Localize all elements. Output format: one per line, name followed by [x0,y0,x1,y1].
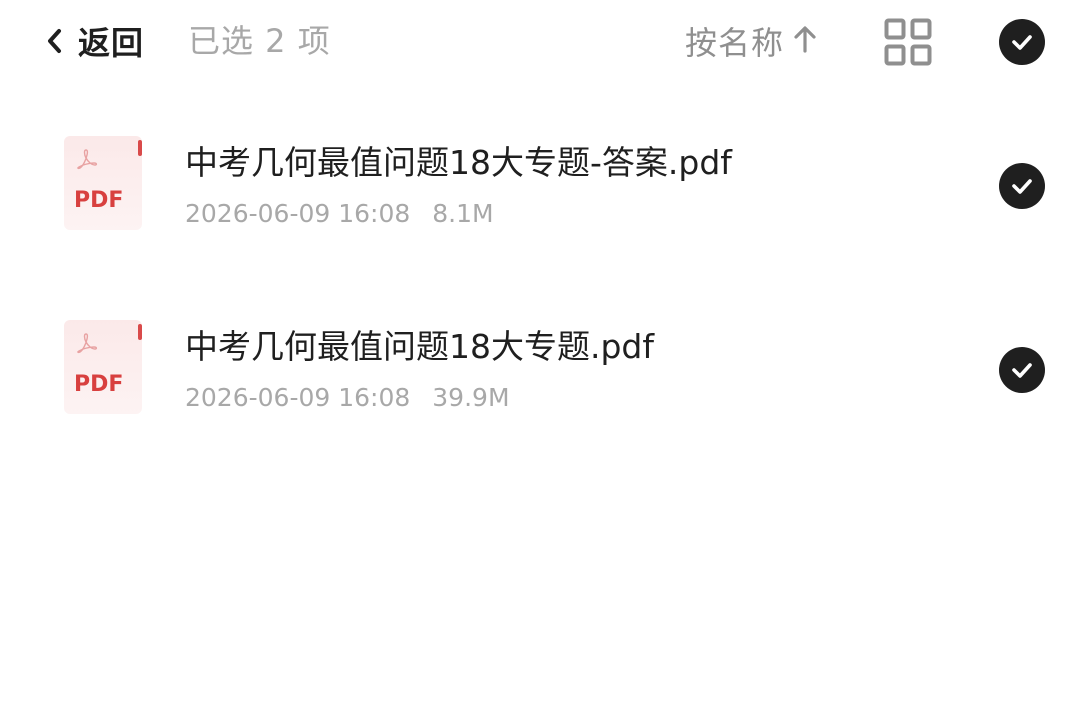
arrow-up-icon [792,24,818,58]
sort-label: 按名称 [684,24,784,62]
file-size: 8.1M [432,199,494,228]
row-check-icon[interactable] [999,163,1045,209]
file-icon-corner [138,140,142,156]
acrobat-icon [76,332,98,358]
selection-count: 已选 2 项 [188,22,331,60]
pdf-type-label: PDF [74,372,124,397]
pdf-file-icon: PDF [64,320,142,414]
grid-view-icon[interactable] [884,18,932,66]
chevron-left-icon [44,26,64,56]
file-date: 2026-06-09 16:08 [185,199,411,228]
file-name: 中考几何最值问题18大专题.pdf [185,327,654,366]
file-name: 中考几何最值问题18大专题-答案.pdf [185,143,732,182]
file-icon-corner [138,324,142,340]
back-button[interactable]: 返回 [44,18,144,64]
file-meta: 2026-06-09 16:08 8.1M [185,199,494,228]
back-label: 返回 [78,24,145,62]
file-size: 39.9M [432,383,510,412]
pdf-file-icon: PDF [64,136,142,230]
file-row[interactable]: PDF 中考几何最值问题18大专题.pdf 2026-06-09 16:08 3… [0,284,1080,424]
file-meta: 2026-06-09 16:08 39.9M [185,383,510,412]
pdf-type-label: PDF [74,188,124,213]
top-bar: 返回 已选 2 项 按名称 [0,0,1080,84]
select-all-check-icon[interactable] [999,19,1045,65]
sort-by-name-button[interactable]: 按名称 [685,18,818,64]
row-check-icon[interactable] [999,347,1045,393]
acrobat-icon [76,148,98,174]
file-row[interactable]: PDF 中考几何最值问题18大专题-答案.pdf 2026-06-09 16:0… [0,100,1080,240]
file-date: 2026-06-09 16:08 [185,383,411,412]
